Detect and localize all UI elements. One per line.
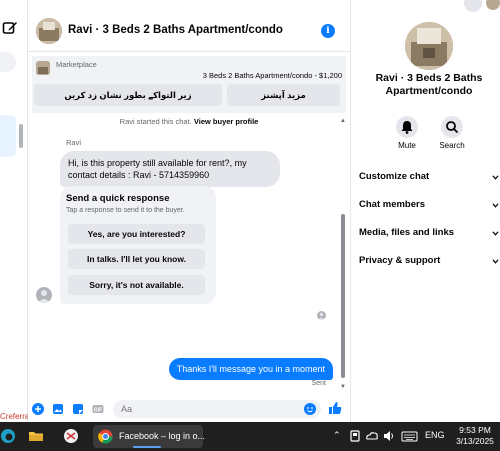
active-app-indicator	[133, 446, 161, 448]
mute-label: Mute	[398, 141, 416, 150]
listing-thumb-icon	[36, 61, 50, 75]
clock-date: 3/13/2025	[456, 436, 494, 446]
sender-name: Ravi	[66, 138, 82, 147]
input-language[interactable]: ENG	[425, 430, 445, 440]
message-composer: GIF	[28, 396, 350, 422]
section-label: Customize chat	[359, 171, 430, 182]
quick-response-subtitle: Tap a response to send it to the buyer.	[66, 207, 185, 214]
file-explorer-icon[interactable]	[28, 428, 44, 444]
scroll-down-icon[interactable]: ▼	[340, 384, 346, 390]
chevron-down-icon	[492, 259, 499, 264]
photo-icon[interactable]	[52, 403, 64, 415]
quick-response-yes[interactable]: Yes, are you interested?	[68, 224, 205, 244]
listing-summary[interactable]: 3 Beds 2 Baths Apartment/condo - $1,200	[203, 71, 342, 80]
search-icon	[446, 121, 459, 134]
clock-time: 9:53 PM	[459, 425, 491, 435]
message-input[interactable]	[113, 400, 321, 418]
cloud-icon[interactable]	[365, 428, 379, 444]
emoji-icon[interactable]	[304, 403, 316, 415]
account-avatar[interactable]	[486, 0, 500, 10]
chat-list-scrollbar[interactable]	[19, 124, 23, 148]
more-options-button[interactable]: مزید آپشنز	[227, 84, 340, 106]
panel-title: Ravi · 3 Beds 2 Baths Apartment/condo	[375, 72, 483, 97]
section-label: Chat members	[359, 199, 425, 210]
chat-title[interactable]: Ravi · 3 Beds 2 Baths Apartment/condo	[68, 24, 283, 36]
mute-action[interactable]: Mute	[387, 116, 427, 150]
sender-avatar[interactable]	[36, 287, 52, 303]
panel-listing-avatar[interactable]	[405, 22, 453, 70]
conversation-info-panel: Ravi · 3 Beds 2 Baths Apartment/condo Mu…	[350, 0, 500, 422]
quick-response-not-available[interactable]: Sorry, it's not available.	[68, 275, 205, 295]
search-action[interactable]: Search	[432, 116, 472, 150]
chevron-up-icon[interactable]: ⌃	[333, 430, 341, 441]
quick-response-in-talks[interactable]: In talks. I'll let you know.	[68, 249, 205, 269]
section-customize-chat[interactable]: Customize chat	[359, 167, 500, 187]
chat-list-rail: Creferra	[0, 0, 28, 422]
chrome-icon	[98, 429, 113, 444]
section-privacy-support[interactable]: Privacy & support	[359, 251, 500, 271]
view-buyer-profile-link[interactable]: View buyer profile	[194, 117, 258, 126]
outgoing-message[interactable]: Thanks I'll message you in a moment	[168, 358, 333, 380]
listing-avatar[interactable]	[36, 18, 62, 44]
info-icon[interactable]: i	[321, 24, 335, 38]
chat-started-text: Ravi started this chat.	[119, 117, 192, 126]
section-label: Privacy & support	[359, 255, 441, 266]
conversation-scrollbar[interactable]: ▲ ▼	[340, 118, 346, 390]
chat-header: Ravi · 3 Beds 2 Baths Apartment/condo i	[28, 12, 350, 52]
mark-pending-button[interactable]: زیر التواکے بطور نشان زد کریں	[34, 84, 222, 106]
usb-icon[interactable]	[349, 428, 361, 444]
quick-response-card: Send a quick response Tap a response to …	[60, 186, 216, 304]
incoming-message[interactable]: Hi, is this property still available for…	[60, 151, 280, 187]
taskbar-clock[interactable]: 9:53 PM 3/13/2025	[452, 425, 498, 447]
scrollbar-thumb[interactable]	[341, 214, 345, 378]
compose-icon[interactable]	[2, 20, 18, 36]
search-chats-pill[interactable]	[0, 52, 16, 72]
message-status: Sent	[311, 380, 326, 387]
section-chat-members[interactable]: Chat members	[359, 195, 500, 215]
keyboard-icon[interactable]	[401, 428, 418, 444]
edge-browser-icon[interactable]	[0, 428, 16, 444]
gif-icon[interactable]: GIF	[92, 403, 104, 415]
svg-text:GIF: GIF	[94, 407, 102, 413]
speaker-icon[interactable]	[382, 428, 396, 444]
chat-started-note: Ravi started this chat. View buyer profi…	[28, 117, 350, 126]
top-bar-button[interactable]	[464, 0, 482, 12]
seen-user-icon	[318, 312, 325, 320]
plus-circle-icon[interactable]	[32, 403, 44, 415]
left-footer-text: Creferra	[0, 412, 28, 421]
search-label: Search	[439, 141, 465, 150]
listing-photo-large-icon	[405, 22, 453, 70]
thumbs-up-icon[interactable]	[328, 401, 342, 415]
sticker-icon[interactable]	[72, 403, 84, 415]
marketplace-label: Marketplace	[56, 60, 97, 69]
section-media-files-links[interactable]: Media, files and links	[359, 223, 500, 243]
chevron-down-icon	[492, 175, 499, 180]
active-chat-item[interactable]	[0, 115, 16, 157]
scroll-up-icon[interactable]: ▲	[340, 118, 346, 124]
taskbar-active-app[interactable]: Facebook – log in o...	[93, 425, 206, 448]
listing-photo-icon	[36, 18, 62, 44]
messenger-window: Creferra Ravi · 3 Beds 2 Baths Apartment…	[0, 0, 500, 451]
section-label: Media, files and links	[359, 227, 455, 238]
chevron-down-icon	[492, 203, 499, 208]
conversation-pane: Ravi · 3 Beds 2 Baths Apartment/condo i …	[28, 0, 350, 422]
windows-taskbar: Facebook – log in o... ⌃ ENG 9:53 PM 3/1…	[0, 422, 500, 451]
chevron-down-icon	[492, 231, 499, 236]
taskbar-app-title: Facebook – log in o...	[119, 431, 206, 441]
quick-response-title: Send a quick response	[66, 193, 170, 204]
seen-indicator-avatar	[317, 311, 326, 320]
snipping-tool-icon[interactable]	[63, 428, 79, 444]
bell-icon	[401, 121, 413, 134]
default-user-icon	[38, 290, 50, 303]
listing-thumbnail[interactable]	[36, 61, 50, 75]
marketplace-banner: Marketplace 3 Beds 2 Baths Apartment/con…	[32, 56, 346, 113]
